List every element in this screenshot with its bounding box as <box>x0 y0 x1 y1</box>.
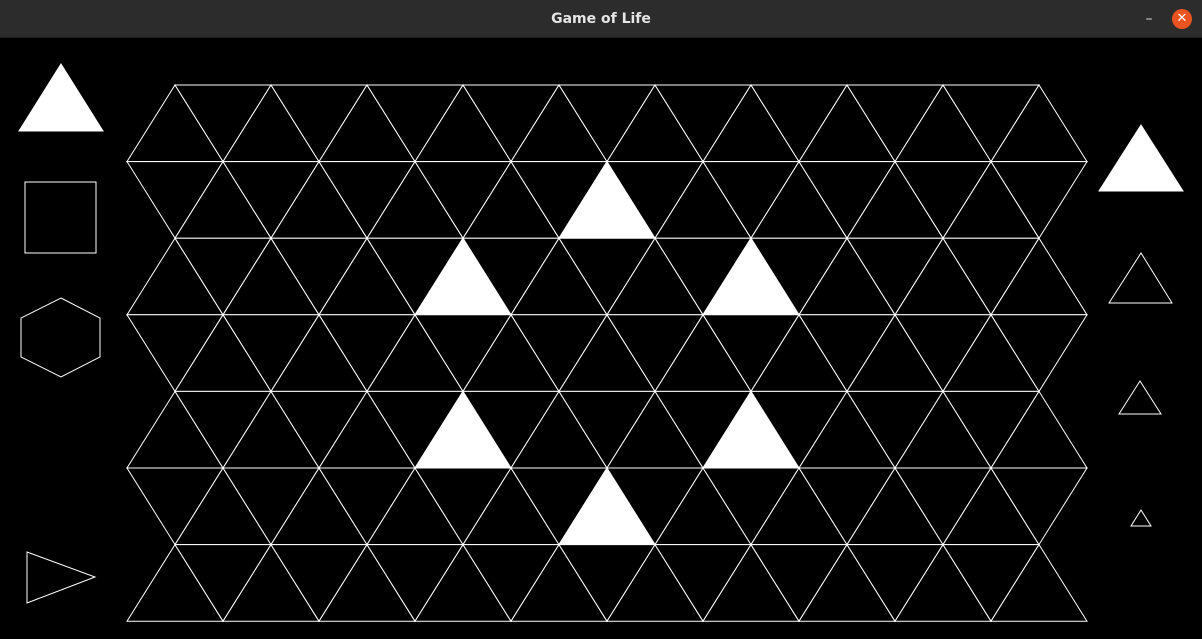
cell-size-m-icon[interactable] <box>1118 380 1162 415</box>
left-toolbar <box>18 63 104 604</box>
close-button[interactable]: ✕ <box>1172 9 1192 29</box>
minimize-button[interactable]: – <box>1138 8 1160 30</box>
cell-size-l-icon[interactable] <box>1108 252 1173 304</box>
triangle-grid-tool-icon[interactable] <box>18 63 104 132</box>
hexagon-grid-tool-icon[interactable] <box>20 297 101 378</box>
right-toolbar <box>1098 124 1184 527</box>
title-bar: Game of Life – ✕ <box>0 0 1202 38</box>
triangle-grid-board[interactable] <box>126 84 1088 623</box>
cell-size-s-icon[interactable] <box>1130 509 1152 527</box>
cell-size-xl-icon[interactable] <box>1098 124 1184 192</box>
play-icon[interactable] <box>26 551 97 604</box>
square-grid-tool-icon[interactable] <box>24 181 97 254</box>
game-canvas <box>18 63 1184 623</box>
window-title: Game of Life <box>551 11 651 27</box>
app-window: Game of Life – ✕ <box>0 0 1202 639</box>
